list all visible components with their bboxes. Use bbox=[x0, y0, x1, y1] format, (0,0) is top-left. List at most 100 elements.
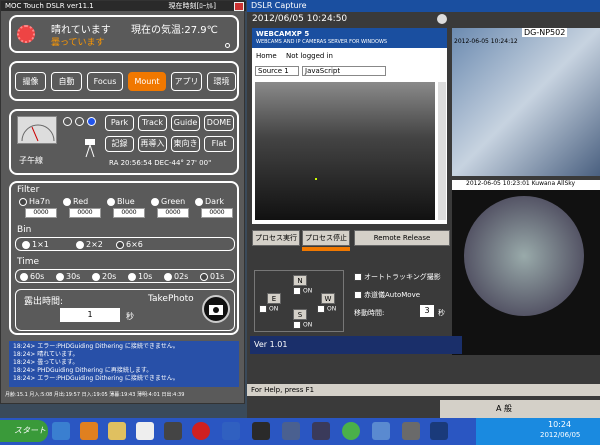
record-button[interactable]: 記録 bbox=[105, 136, 134, 152]
temperature: 現在の気温:27.9℃ bbox=[131, 25, 218, 36]
east-dir-button[interactable]: E bbox=[267, 293, 281, 304]
app-icon[interactable] bbox=[136, 422, 154, 440]
north-button[interactable]: N bbox=[293, 275, 307, 286]
source-select[interactable]: Source 1 bbox=[255, 66, 299, 76]
start-button[interactable]: スタート bbox=[0, 420, 48, 442]
time-label: Time bbox=[17, 257, 40, 267]
guide-button[interactable]: Guide bbox=[171, 115, 200, 131]
time-20s[interactable]: 20s bbox=[92, 272, 116, 281]
reslew-button[interactable]: 再導入 bbox=[138, 136, 167, 152]
west-on[interactable]: ON bbox=[317, 305, 336, 313]
tab-focus[interactable]: Focus bbox=[87, 72, 123, 91]
checkbox-icon bbox=[293, 287, 301, 295]
radio-icon bbox=[56, 272, 64, 281]
moc-clock-label: 現在時刻[ﾛｰｶﾙ] bbox=[168, 2, 216, 10]
filter-count: 0000 bbox=[113, 208, 145, 218]
frog-icon[interactable] bbox=[342, 422, 360, 440]
app-icon[interactable] bbox=[222, 422, 240, 440]
app-icon[interactable] bbox=[164, 422, 182, 440]
capture-panel: Filter Ha7n Red Blue Green Dark 0000 000… bbox=[9, 181, 239, 335]
ime-indicator[interactable]: A 般 bbox=[496, 403, 512, 414]
media-icon[interactable] bbox=[80, 422, 98, 440]
bin-2x2[interactable]: 2×2 bbox=[76, 240, 103, 249]
process-run-button[interactable]: プロセス実行 bbox=[252, 230, 300, 246]
webcam-header-sub: WEBCAMS AND IP CAMERAS SERVER FOR WINDOW… bbox=[256, 39, 388, 45]
checkbox-icon bbox=[354, 273, 362, 281]
dslr-title-bar: DSLR Capture bbox=[247, 0, 600, 12]
indicator-3 bbox=[87, 117, 96, 126]
east-on[interactable]: ON bbox=[259, 305, 278, 313]
time-01s[interactable]: 01s bbox=[200, 272, 224, 281]
telescope-app-icon[interactable] bbox=[282, 422, 300, 440]
radio-selected-icon bbox=[200, 272, 208, 281]
east-button[interactable]: 東向き bbox=[171, 136, 200, 152]
time-10s[interactable]: 10s bbox=[128, 272, 152, 281]
tab-capture[interactable]: 撮像 bbox=[15, 72, 46, 91]
sun-icon bbox=[17, 25, 35, 43]
on-label: ON bbox=[303, 287, 313, 295]
camera-shutter-button[interactable] bbox=[202, 295, 230, 323]
tab-apps[interactable]: アプリ bbox=[171, 72, 202, 91]
weather-status: 晴れています bbox=[51, 25, 111, 36]
clock-time: 10:24 bbox=[548, 420, 572, 429]
remote-release-button[interactable]: Remote Release bbox=[354, 230, 450, 246]
south-button[interactable]: S bbox=[293, 309, 307, 320]
tab-environment[interactable]: 環境 bbox=[207, 72, 236, 91]
cam1-label: DG-NP502 bbox=[522, 28, 568, 37]
time-30s[interactable]: 30s bbox=[56, 272, 80, 281]
process-stop-button[interactable]: プロセス停止 bbox=[302, 230, 350, 246]
flat-button[interactable]: Flat bbox=[204, 136, 234, 152]
script-select[interactable]: JavaScript bbox=[302, 66, 386, 76]
ie-icon[interactable] bbox=[52, 422, 70, 440]
login-status: Not logged in bbox=[286, 52, 333, 60]
time-option: 10s bbox=[138, 272, 153, 281]
webcam-header: WEBCAMXP 5 WEBCAMS AND IP CAMERAS SERVER… bbox=[252, 28, 447, 48]
folder-icon[interactable] bbox=[108, 422, 126, 440]
auto-move-checkbox[interactable]: 赤道儀AutoMove bbox=[354, 290, 420, 300]
time-option: 60s bbox=[30, 272, 45, 281]
close-icon[interactable] bbox=[234, 2, 244, 11]
app-icon[interactable] bbox=[402, 422, 420, 440]
time-02s[interactable]: 02s bbox=[164, 272, 188, 281]
exposure-group: 露出時間: 1 秒 TakePhoto bbox=[15, 289, 235, 331]
tab-auto[interactable]: 自動 bbox=[51, 72, 82, 91]
checkbox-icon bbox=[317, 305, 325, 313]
north-on[interactable]: ON bbox=[293, 287, 312, 295]
app-icon[interactable] bbox=[252, 422, 270, 440]
park-button[interactable]: Park bbox=[105, 115, 134, 131]
bin-1x1[interactable]: 1×1 bbox=[22, 240, 49, 249]
filter-red[interactable]: Red bbox=[63, 197, 88, 206]
status-line: 月齢:15.1 月入:5:08 月出:19:57 日入:19:05 薄暮:19:… bbox=[5, 392, 185, 398]
tab-mount[interactable]: Mount bbox=[128, 72, 166, 91]
filter-green[interactable]: Green bbox=[151, 197, 185, 206]
filter-count: 0000 bbox=[69, 208, 101, 218]
cam2-label: 2012-06-05 10:23:01 Kuwana AllSky bbox=[466, 180, 576, 187]
dome-button[interactable]: DOME bbox=[204, 115, 234, 131]
radio-icon bbox=[107, 197, 115, 206]
log-panel: 18:24> エラー:PHDGuiding Dithering に接続できません… bbox=[9, 341, 239, 387]
track-button[interactable]: Track bbox=[138, 115, 167, 131]
log-line: 18:24> エラー:PHDGuiding Dithering に接続できません… bbox=[13, 343, 179, 350]
app-icon[interactable] bbox=[372, 422, 390, 440]
move-time-input[interactable]: 3 bbox=[420, 305, 434, 317]
star-dot bbox=[315, 178, 317, 180]
checkbox-icon bbox=[354, 291, 362, 299]
stop-icon[interactable] bbox=[192, 422, 210, 440]
webcam-scrollbar[interactable] bbox=[438, 82, 446, 220]
system-tray: 10:24 2012/06/05 bbox=[476, 418, 600, 445]
filter-blue[interactable]: Blue bbox=[107, 197, 135, 206]
filter-name: Green bbox=[161, 197, 186, 206]
bin-6x6[interactable]: 6×6 bbox=[116, 240, 143, 249]
south-on[interactable]: ON bbox=[293, 321, 312, 329]
time-60s[interactable]: 60s bbox=[20, 272, 44, 281]
west-button[interactable]: W bbox=[321, 293, 335, 304]
exposure-input[interactable]: 1 bbox=[60, 308, 120, 322]
star-app-icon[interactable] bbox=[430, 422, 448, 440]
radio-selected-icon bbox=[116, 240, 124, 249]
filter-ha7n[interactable]: Ha7n bbox=[19, 197, 50, 206]
auto-track-checkbox[interactable]: オートトラッキング撮影 bbox=[354, 272, 441, 282]
filter-dark[interactable]: Dark bbox=[195, 197, 224, 206]
app-icon[interactable] bbox=[312, 422, 330, 440]
home-link[interactable]: Home bbox=[256, 52, 277, 60]
bin-option: 1×1 bbox=[32, 240, 49, 249]
